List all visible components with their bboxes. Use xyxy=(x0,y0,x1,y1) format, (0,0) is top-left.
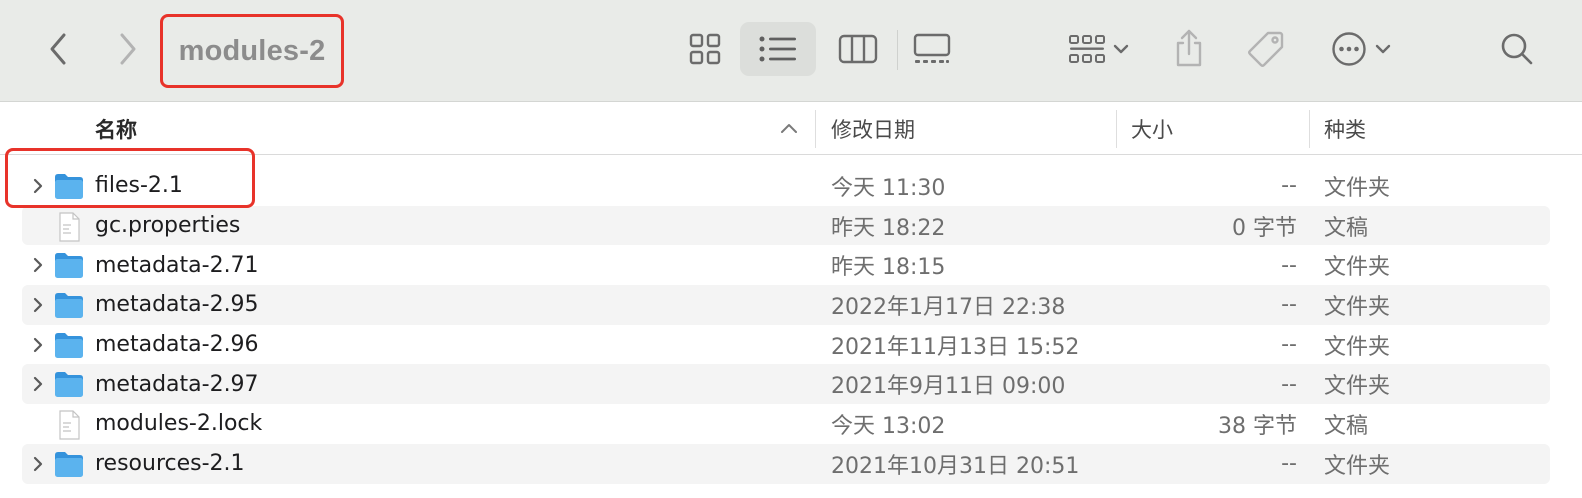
file-row[interactable]: metadata-2.97 2021年9月11日 09:00 -- 文件夹 xyxy=(0,364,1582,404)
window-title-box: modules-2 xyxy=(160,14,344,88)
group-by-button[interactable] xyxy=(1060,28,1136,70)
column-view-icon xyxy=(838,34,878,64)
share-icon xyxy=(1176,29,1202,67)
column-size-header[interactable]: 大小 xyxy=(1131,102,1173,155)
gallery-view-button[interactable] xyxy=(910,28,954,70)
file-date: 2021年9月11日 09:00 xyxy=(831,374,1066,400)
file-list: files-2.1 今天 11:30 -- 文件夹 gc.properties … xyxy=(0,166,1582,484)
list-view-icon xyxy=(759,36,796,62)
file-kind: 文件夹 xyxy=(1324,374,1391,400)
file-date: 昨天 18:22 xyxy=(831,215,946,241)
disclosure-triangle-icon[interactable] xyxy=(31,375,45,393)
list-view-button[interactable] xyxy=(740,22,816,76)
file-kind: 文件夹 xyxy=(1324,334,1391,360)
file-kind: 文件夹 xyxy=(1324,294,1391,320)
ellipsis-circle-icon xyxy=(1332,32,1366,66)
icon-view-button[interactable] xyxy=(686,28,724,70)
file-kind: 文件夹 xyxy=(1324,255,1391,281)
folder-icon xyxy=(55,174,83,199)
toolbar: modules-2 xyxy=(0,0,1582,102)
forward-button[interactable] xyxy=(110,28,146,70)
file-row[interactable]: files-2.1 今天 11:30 -- 文件夹 xyxy=(0,166,1582,206)
folder-icon xyxy=(55,293,83,319)
folder-icon xyxy=(55,372,83,398)
file-size: -- xyxy=(1281,252,1297,278)
column-divider[interactable] xyxy=(815,110,816,148)
window-title: modules-2 xyxy=(178,34,326,67)
file-kind: 文稿 xyxy=(1324,215,1369,241)
chevron-up-icon xyxy=(781,124,797,133)
share-button[interactable] xyxy=(1170,24,1208,72)
file-row[interactable]: resources-2.1 2021年10月31日 20:51 -- 文件夹 xyxy=(0,443,1582,484)
file-size: -- xyxy=(1281,371,1297,397)
file-date: 2021年10月31日 20:51 xyxy=(831,453,1080,479)
file-name: gc.properties xyxy=(95,213,241,239)
group-by-icon xyxy=(1069,35,1105,63)
file-name: modules-2.lock xyxy=(95,411,263,437)
file-date: 2021年11月13日 15:52 xyxy=(831,334,1080,360)
file-size: -- xyxy=(1281,451,1297,477)
file-row[interactable]: metadata-2.96 2021年11月13日 15:52 -- 文件夹 xyxy=(0,325,1582,365)
file-row[interactable]: gc.properties 昨天 18:22 0 字节 文稿 xyxy=(0,205,1582,246)
file-kind: 文件夹 xyxy=(1324,175,1391,201)
document-icon xyxy=(59,410,80,440)
folder-icon xyxy=(55,451,83,477)
file-date: 今天 13:02 xyxy=(831,413,946,439)
file-name: metadata-2.71 xyxy=(95,252,259,278)
more-actions-button[interactable] xyxy=(1326,28,1396,70)
file-name: files-2.1 xyxy=(95,173,183,199)
column-header: 名称 修改日期 大小 种类 xyxy=(0,102,1582,155)
file-size: -- xyxy=(1281,173,1297,199)
grid-view-icon xyxy=(689,33,721,65)
file-date: 2022年1月17日 22:38 xyxy=(831,294,1066,320)
file-size: 38 字节 xyxy=(1218,413,1297,439)
disclosure-triangle-icon[interactable] xyxy=(31,455,45,473)
tag-icon xyxy=(1248,31,1284,67)
file-kind: 文件夹 xyxy=(1324,453,1391,479)
disclosure-triangle-icon[interactable] xyxy=(31,296,45,314)
chevron-left-icon xyxy=(50,33,66,65)
column-kind-header[interactable]: 种类 xyxy=(1324,102,1366,155)
file-size: -- xyxy=(1281,292,1297,318)
disclosure-triangle-icon[interactable] xyxy=(31,336,45,354)
file-date: 今天 11:30 xyxy=(831,175,946,201)
chevron-down-icon xyxy=(1113,44,1129,54)
sort-indicator[interactable] xyxy=(778,118,800,138)
file-name: metadata-2.97 xyxy=(95,371,259,397)
column-name-header[interactable]: 名称 xyxy=(95,102,137,155)
file-size: 0 字节 xyxy=(1232,215,1297,241)
file-row[interactable]: modules-2.lock 今天 13:02 38 字节 文稿 xyxy=(0,404,1582,444)
chevron-right-icon xyxy=(120,33,136,65)
toolbar-separator xyxy=(897,30,898,70)
chevron-down-icon xyxy=(1375,44,1391,54)
file-name: metadata-2.96 xyxy=(95,332,259,358)
back-button[interactable] xyxy=(40,28,76,70)
file-name: resources-2.1 xyxy=(95,451,245,477)
column-date-header[interactable]: 修改日期 xyxy=(831,102,915,155)
file-size: -- xyxy=(1281,332,1297,358)
file-name: metadata-2.95 xyxy=(95,292,259,318)
gallery-view-icon xyxy=(913,33,951,63)
disclosure-triangle-icon[interactable] xyxy=(31,177,45,195)
column-divider[interactable] xyxy=(1309,110,1310,148)
column-divider[interactable] xyxy=(1116,110,1117,148)
search-button[interactable] xyxy=(1496,28,1538,70)
folder-icon xyxy=(55,253,83,279)
file-row[interactable]: metadata-2.95 2022年1月17日 22:38 -- 文件夹 xyxy=(0,285,1582,325)
search-icon xyxy=(1501,33,1533,65)
disclosure-triangle-icon[interactable] xyxy=(31,256,45,274)
file-row[interactable]: metadata-2.71 昨天 18:15 -- 文件夹 xyxy=(0,245,1582,285)
file-date: 昨天 18:15 xyxy=(831,255,946,281)
folder-icon xyxy=(55,332,83,358)
file-kind: 文稿 xyxy=(1324,413,1369,439)
document-icon xyxy=(59,212,80,242)
column-view-button[interactable] xyxy=(836,28,880,70)
tags-button[interactable] xyxy=(1244,26,1288,72)
